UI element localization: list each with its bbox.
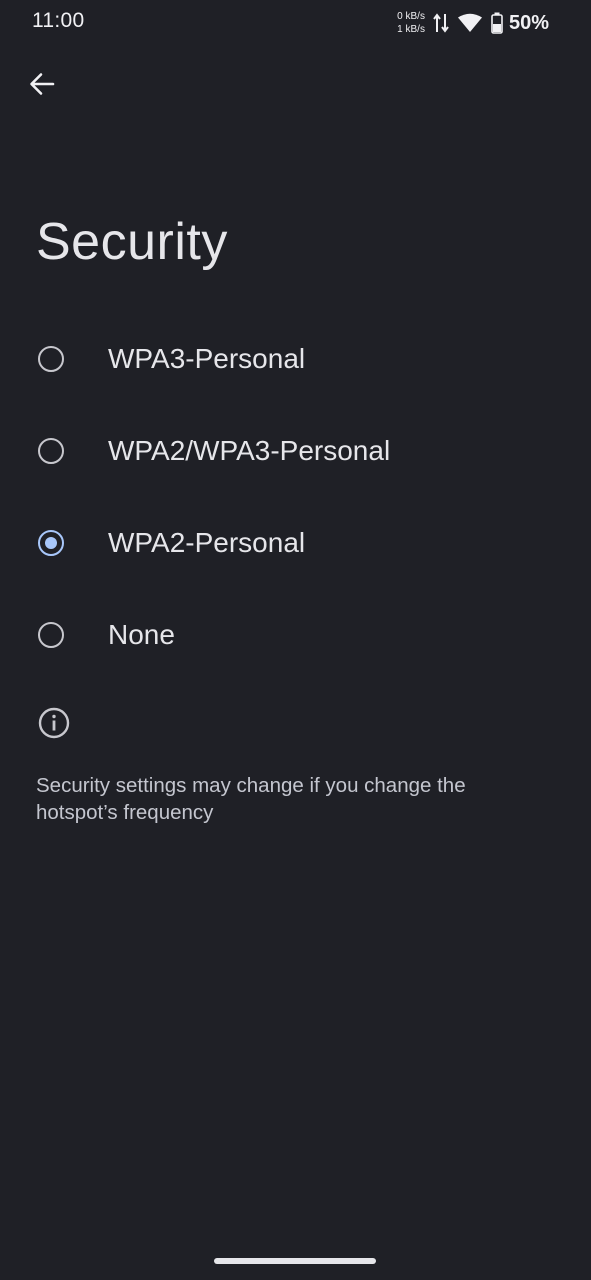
status-icons: 0 kB/s 1 kB/s 50%: [397, 8, 549, 38]
security-options: WPA3-Personal WPA2/WPA3-Personal WPA2-Pe…: [0, 313, 591, 681]
wifi-icon: [457, 13, 483, 33]
status-time: 11:00: [32, 9, 85, 32]
page-title: Security: [36, 213, 228, 271]
option-none[interactable]: None: [0, 589, 591, 681]
back-button[interactable]: [22, 66, 62, 106]
status-bar: 11:00 0 kB/s 1 kB/s 50%: [0, 0, 591, 44]
option-label: WPA2-Personal: [108, 527, 306, 558]
info-text: Security settings may change if you chan…: [36, 774, 466, 824]
info-icon: [37, 706, 71, 745]
battery-icon: [491, 12, 503, 34]
battery-percent: 50%: [508, 11, 549, 34]
gesture-nav-handle[interactable]: [214, 1258, 376, 1264]
option-wpa2-wpa3-personal[interactable]: WPA2/WPA3-Personal: [0, 405, 591, 497]
network-speed: 0 kB/s 1 kB/s: [397, 10, 425, 36]
upload-speed: 0 kB/s: [397, 11, 425, 22]
radio-button[interactable]: [38, 346, 64, 372]
radio-button[interactable]: [38, 622, 64, 648]
option-label: WPA2/WPA3-Personal: [108, 435, 391, 466]
radio-button-selected[interactable]: [38, 530, 64, 556]
option-wpa2-personal[interactable]: WPA2-Personal: [0, 497, 591, 589]
option-wpa3-personal[interactable]: WPA3-Personal: [0, 313, 591, 405]
download-speed: 1 kB/s: [397, 24, 425, 35]
option-label: None: [108, 619, 175, 650]
arrow-back-icon: [28, 70, 56, 103]
option-label: WPA3-Personal: [108, 343, 306, 374]
radio-button[interactable]: [38, 438, 64, 464]
data-transfer-icon: [433, 12, 449, 34]
